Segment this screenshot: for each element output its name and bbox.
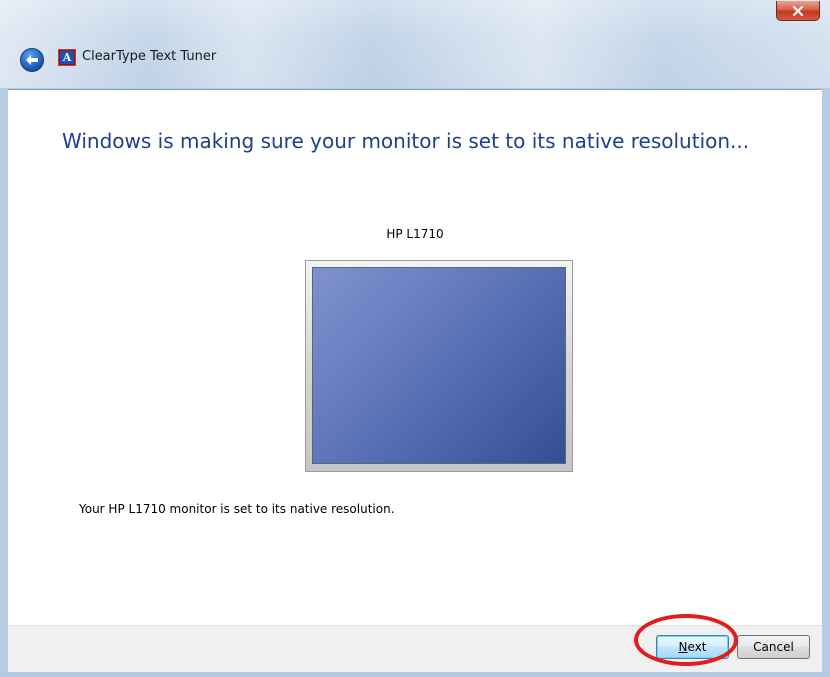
cleartype-window: A ClearType Text Tuner Windows is making… (0, 0, 830, 677)
page-heading: Windows is making sure your monitor is s… (62, 129, 750, 153)
monitor-screen (312, 267, 566, 464)
resolution-status-text: Your HP L1710 monitor is set to its nati… (79, 502, 395, 516)
cleartype-app-icon: A (58, 49, 76, 66)
next-button-label: ext (687, 640, 707, 654)
monitor-icon (305, 260, 573, 472)
close-button[interactable] (776, 1, 820, 21)
window-title: ClearType Text Tuner (82, 49, 217, 64)
button-bar: Next Cancel (8, 625, 822, 672)
cancel-button[interactable]: Cancel (737, 635, 810, 659)
close-icon (792, 5, 804, 16)
window-frame-bottom (0, 672, 830, 677)
title-bar: A ClearType Text Tuner (0, 0, 830, 88)
main-content: Windows is making sure your monitor is s… (8, 89, 822, 625)
back-arrow-icon (26, 55, 38, 65)
next-button[interactable]: Next (656, 635, 729, 659)
back-button[interactable] (20, 48, 44, 72)
monitor-name-label: HP L1710 (386, 227, 444, 241)
next-button-accelerator: N (678, 640, 688, 654)
app-icon-glyph: A (62, 51, 72, 64)
